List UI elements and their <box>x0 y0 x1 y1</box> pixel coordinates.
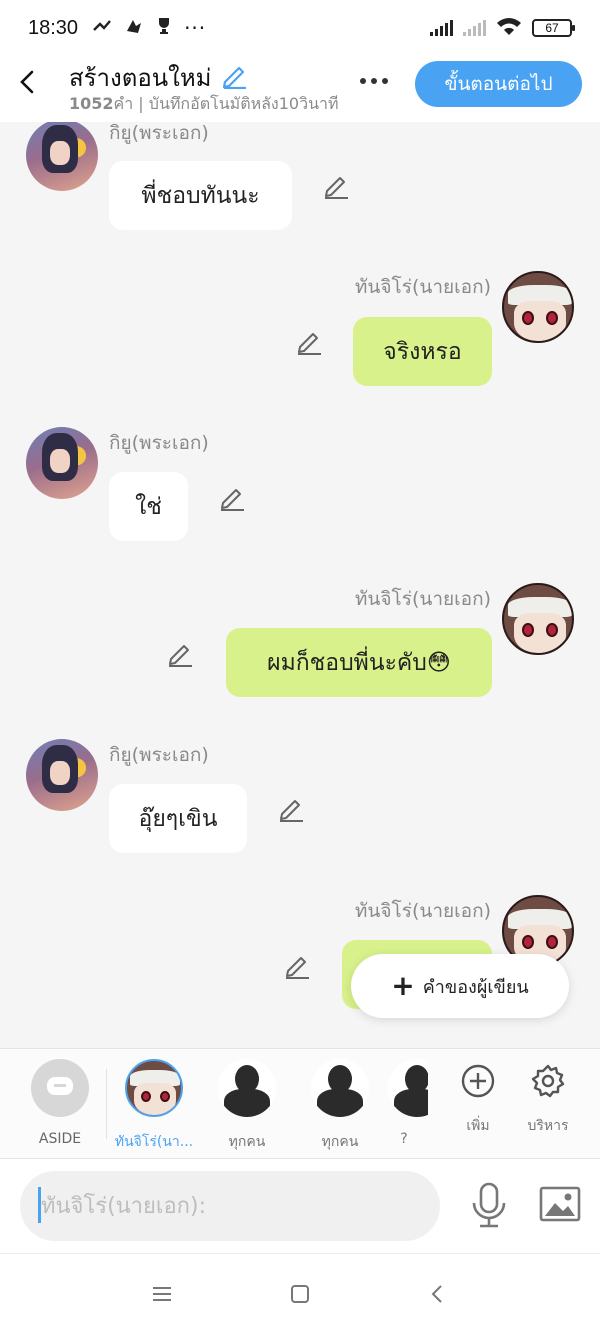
character-aside[interactable]: ASIDE <box>18 1059 102 1147</box>
message-character-name: กิยู(พระเอก) <box>109 122 209 144</box>
message-character-name: ทันจิโร่(นายเอก) <box>354 276 491 298</box>
divider <box>106 1069 107 1139</box>
edit-message-button[interactable] <box>277 795 305 823</box>
next-step-button[interactable]: ขั้นตอนต่อไป <box>415 61 582 107</box>
notification-icon <box>124 17 144 39</box>
message-bubble[interactable]: ใช่ <box>109 472 188 541</box>
author-note-button[interactable]: + คำของผู้เขียน <box>351 954 569 1018</box>
manage-label: บริหาร <box>527 1118 569 1134</box>
message-character-name: ทันจิโร่(นายเอก) <box>354 900 491 922</box>
menu-icon <box>153 1287 171 1301</box>
message-bubble[interactable]: พี่ชอบทันนะ <box>109 161 292 230</box>
character-label: ? <box>400 1131 408 1147</box>
add-label: เพิ่ม <box>466 1118 490 1134</box>
recent-apps-button[interactable] <box>142 1278 182 1310</box>
signal-icon <box>430 20 453 36</box>
character-selector: ASIDE ทันจิโร่(นา... ทุกคน ทุกคน ? เพิ่ม <box>0 1048 600 1158</box>
character-tanjiro[interactable]: ทันจิโร่(นา... <box>112 1059 196 1153</box>
text-cursor <box>38 1187 41 1223</box>
wifi-icon <box>496 16 522 41</box>
word-count: 1052 <box>69 94 114 113</box>
character-label: ทุกคน <box>228 1134 266 1150</box>
edit-message-button[interactable] <box>218 484 246 512</box>
notification-icons: ··· <box>92 16 206 40</box>
character-label: ทันจิโร่(นา... <box>114 1134 194 1150</box>
pencil-icon <box>169 645 192 667</box>
chat-area: กิยู(พระเอก) พี่ชอบทันนะ ทันจิโร่(นายเอก… <box>0 122 600 1048</box>
character-label: ทุกคน <box>321 1134 359 1150</box>
more-notifications-icon: ··· <box>184 16 207 40</box>
editor-header: สร้างตอนใหม่ 1052คำ | บันทึกอัตโนมัติหลั… <box>0 56 600 122</box>
trophy-icon <box>156 17 172 39</box>
pencil-icon <box>280 800 303 822</box>
edit-message-button[interactable] <box>283 952 311 980</box>
message-bubble[interactable]: ผมก็ชอบพี่นะคับ😳 <box>226 628 492 697</box>
pencil-icon <box>286 957 309 979</box>
edit-title-button[interactable] <box>220 61 250 95</box>
system-back-button[interactable] <box>418 1278 458 1310</box>
image-icon <box>539 1186 581 1222</box>
message-character-name: ทันจิโร่(นายเอก) <box>354 588 491 610</box>
message-input[interactable] <box>20 1171 440 1241</box>
avatar-tanjiro <box>125 1059 183 1117</box>
avatar-tanjiro[interactable] <box>502 271 574 343</box>
system-icons: 67 <box>430 16 575 41</box>
aside-icon <box>31 1059 89 1117</box>
pencil-icon <box>298 333 321 355</box>
manage-characters-button[interactable]: บริหาร <box>513 1063 583 1137</box>
message-bubble[interactable]: อุ๊ยๆเขิน <box>109 784 247 853</box>
message-character-name: กิยู(พระเอก) <box>109 744 209 766</box>
silhouette-icon <box>218 1059 276 1117</box>
pencil-icon <box>325 177 348 199</box>
home-button[interactable] <box>280 1278 320 1310</box>
avatar-giyu[interactable] <box>26 739 98 811</box>
add-circle-icon <box>461 1064 495 1098</box>
chevron-left-icon <box>431 1285 442 1303</box>
status-bar: 18:30 ··· 67 <box>0 0 600 56</box>
status-time: 18:30 <box>28 16 79 39</box>
pencil-icon <box>221 489 244 511</box>
square-icon <box>291 1285 309 1303</box>
more-options-button[interactable] <box>355 66 393 96</box>
signal-2-icon <box>463 20 486 36</box>
silhouette-icon <box>388 1059 428 1117</box>
author-note-label: คำของผู้เขียน <box>422 976 529 998</box>
twitter-icon <box>92 18 112 38</box>
word-count-and-autosave: 1052คำ | บันทึกอัตโนมัติหลัง10วินาที <box>69 92 339 117</box>
character-unknown[interactable]: ? <box>380 1059 428 1147</box>
edit-message-button[interactable] <box>295 328 323 356</box>
avatar-tanjiro[interactable] <box>502 583 574 655</box>
character-everyone-2[interactable]: ทุกคน <box>298 1059 382 1153</box>
battery-icon: 67 <box>532 19 575 37</box>
voice-input-button[interactable] <box>468 1181 510 1229</box>
edit-message-button[interactable] <box>322 172 350 200</box>
chevron-left-icon <box>14 70 42 102</box>
edit-message-button[interactable] <box>166 640 194 668</box>
add-character-button[interactable]: เพิ่ม <box>443 1063 513 1137</box>
message-bubble[interactable]: จริงหรอ <box>353 317 492 386</box>
character-everyone-1[interactable]: ทุกคน <box>205 1059 289 1153</box>
pencil-icon <box>222 66 246 89</box>
back-button[interactable] <box>14 66 42 98</box>
composer <box>0 1158 600 1253</box>
plus-icon: + <box>391 969 415 1002</box>
message-character-name: กิยู(พระเอก) <box>109 432 209 454</box>
autosave-status: คำ | บันทึกอัตโนมัติหลัง10วินาที <box>113 94 339 113</box>
avatar-giyu[interactable] <box>26 122 98 191</box>
microphone-icon <box>472 1182 506 1228</box>
silhouette-icon <box>311 1059 369 1117</box>
system-navigation-bar <box>0 1253 600 1333</box>
avatar-giyu[interactable] <box>26 427 98 499</box>
gear-icon <box>531 1064 565 1098</box>
character-label: ASIDE <box>38 1131 82 1147</box>
insert-image-button[interactable] <box>538 1185 582 1225</box>
